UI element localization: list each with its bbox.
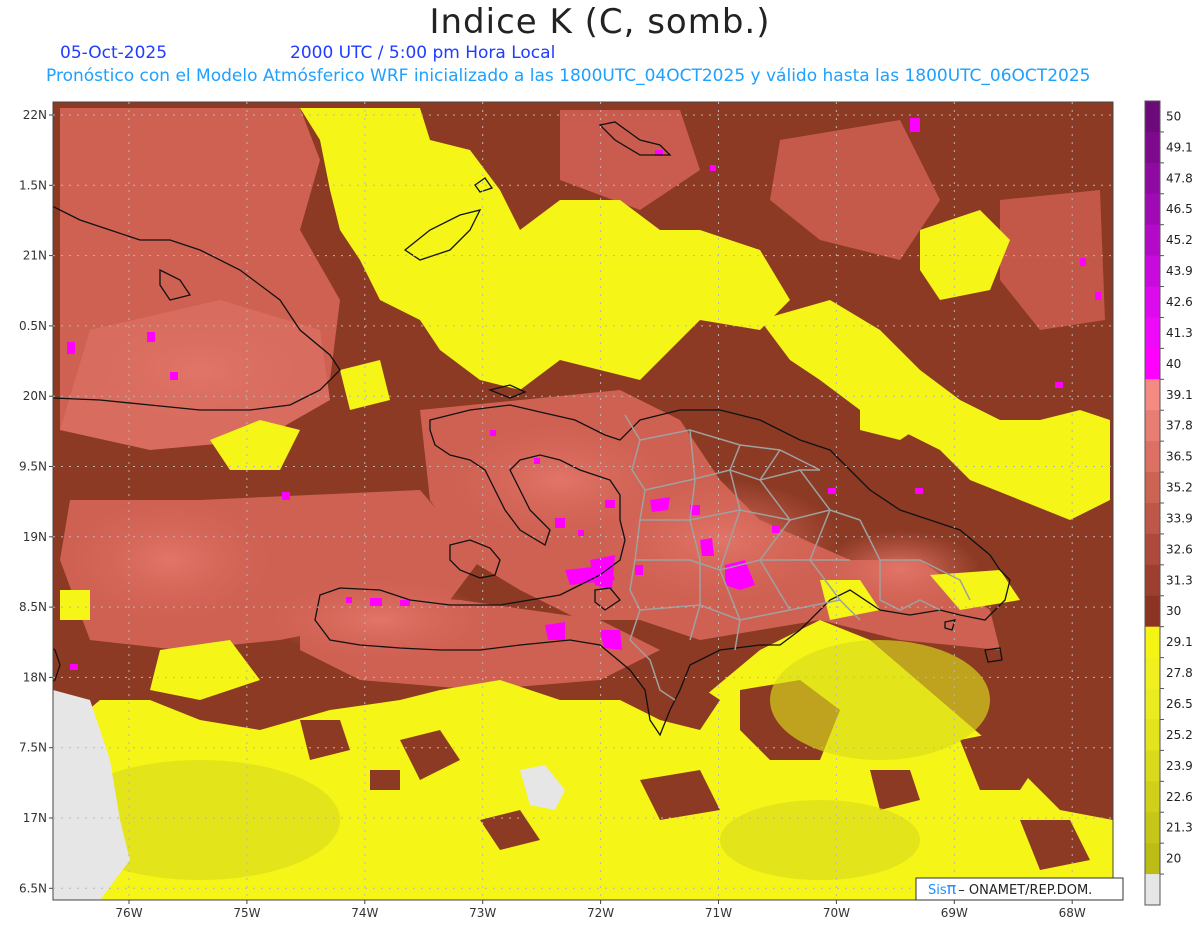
lon-label: 73W <box>469 906 496 920</box>
colorbar-label: 45.2 <box>1166 233 1193 247</box>
longitude-labels: 76W 75W 74W 73W 72W 71W 70W 69W 68W <box>115 900 1086 920</box>
lat-label: 21N <box>23 249 47 263</box>
colorbar-label: 40 <box>1166 357 1181 371</box>
colorbar-label: 36.5 <box>1166 450 1193 464</box>
colorbar-swatch <box>1145 781 1160 813</box>
colorbar-swatch <box>1145 441 1160 473</box>
colorbar-swatch <box>1145 472 1160 504</box>
lat-label: 22N <box>23 108 47 122</box>
colorbar-label: 23.9 <box>1166 759 1193 773</box>
lat-label: 7.5N <box>19 741 47 755</box>
colorbar-swatch <box>1145 595 1160 628</box>
lon-label: 69W <box>941 906 968 920</box>
colorbar-label: 43.9 <box>1166 264 1193 278</box>
colorbar-label: 20 <box>1166 852 1181 866</box>
colorbar-swatch <box>1145 348 1160 380</box>
colorbar-swatch <box>1145 101 1160 133</box>
colorbar-label: 29.1 <box>1166 635 1193 649</box>
credit-box: Sisπ – ONAMET/REP.DOM. <box>915 877 1124 901</box>
colorbar-label: 35.2 <box>1166 481 1193 495</box>
colorbar-label: 25.2 <box>1166 728 1193 742</box>
colorbar-swatch <box>1145 224 1160 257</box>
colorbar-swatch <box>1145 193 1160 226</box>
lat-label: 19N <box>23 530 47 544</box>
colorbar-swatch <box>1145 410 1160 442</box>
colorbar-swatch <box>1145 843 1160 875</box>
lat-label: 0.5N <box>19 319 47 333</box>
colorbar-swatch <box>1145 379 1160 411</box>
colorbar-swatch <box>1145 719 1160 751</box>
colorbar: 50 49.1 47.8 46.5 45.2 43.9 42.6 41.3 40 39.1 37.8… <box>1144 100 1193 906</box>
colorbar-label: 33.9 <box>1166 511 1193 525</box>
colorbar-swatch <box>1145 131 1160 164</box>
k-index-map: 22N 1.5N 21N 0.5N 20N 9.5N 19N 8.5N 18N 7.5N 17N 6.… <box>19 100 1193 920</box>
colorbar-label: 42.6 <box>1166 295 1193 309</box>
colorbar-swatch <box>1145 503 1160 535</box>
colorbar-swatch <box>1145 750 1160 782</box>
map-field <box>53 102 1113 900</box>
lat-label: 6.5N <box>19 881 47 895</box>
colorbar-label: 50 <box>1166 109 1181 123</box>
colorbar-label: 41.3 <box>1166 326 1193 340</box>
latitude-labels: 22N 1.5N 21N 0.5N 20N 9.5N 19N 8.5N 18N 7.5N 17N 6.… <box>19 108 53 895</box>
colorbar-label: 30 <box>1166 604 1181 618</box>
lon-label: 74W <box>351 906 378 920</box>
colorbar-label: 26.5 <box>1166 697 1193 711</box>
colorbar-label: 49.1 <box>1166 140 1193 154</box>
colorbar-label: 46.5 <box>1166 202 1193 216</box>
colorbar-swatch <box>1145 162 1160 195</box>
lon-label: 72W <box>587 906 614 920</box>
lon-label: 68W <box>1059 906 1086 920</box>
colorbar-swatch <box>1145 874 1160 906</box>
colorbar-swatch <box>1145 626 1160 659</box>
colorbar-swatch <box>1145 286 1160 318</box>
lon-label: 70W <box>823 906 850 920</box>
colorbar-swatch <box>1145 317 1160 349</box>
colorbar-swatch <box>1145 812 1160 844</box>
lat-label: 9.5N <box>19 460 47 474</box>
colorbar-label: 27.8 <box>1166 666 1193 680</box>
lat-label: 1.5N <box>19 178 47 192</box>
pi-icon: π <box>947 879 957 898</box>
lon-label: 71W <box>705 906 732 920</box>
colorbar-label: 32.6 <box>1166 542 1193 556</box>
lat-label: 20N <box>23 389 47 403</box>
colorbar-swatch <box>1145 688 1160 720</box>
colorbar-label: 21.3 <box>1166 821 1193 835</box>
lat-label: 8.5N <box>19 600 47 614</box>
lon-label: 76W <box>115 906 142 920</box>
lat-label: 17N <box>23 811 47 825</box>
colorbar-swatch <box>1145 657 1160 690</box>
lon-label: 75W <box>233 906 260 920</box>
lat-label: 18N <box>23 670 47 684</box>
colorbar-swatch <box>1145 564 1160 597</box>
colorbar-swatch <box>1145 533 1160 566</box>
colorbar-label: 39.1 <box>1166 388 1193 402</box>
colorbar-label: 31.3 <box>1166 573 1193 587</box>
colorbar-label: 37.8 <box>1166 419 1193 433</box>
colorbar-label: 22.6 <box>1166 790 1193 804</box>
colorbar-label: 47.8 <box>1166 171 1193 185</box>
colorbar-swatch <box>1145 255 1160 288</box>
